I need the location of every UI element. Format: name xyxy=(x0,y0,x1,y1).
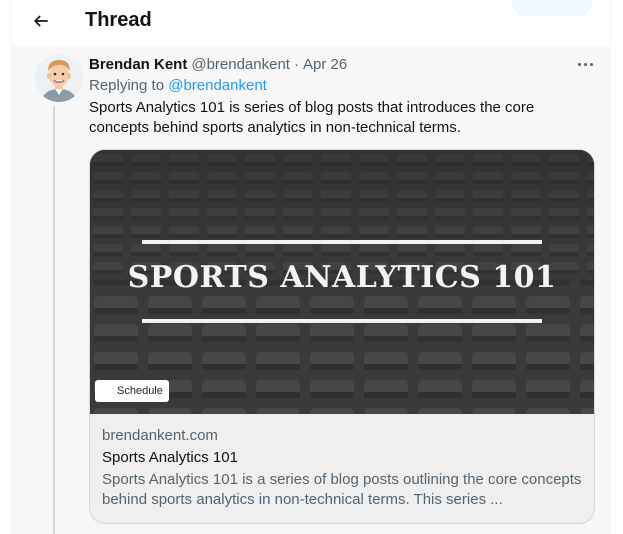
banner-bottom-rule xyxy=(142,319,542,323)
tweet-text: Sports Analytics 101 is series of blog p… xyxy=(89,99,535,136)
arrow-left-icon xyxy=(33,15,48,27)
tweet[interactable]: Brendan Kent @brendankent · Apr 26 Reply… xyxy=(12,46,610,534)
tweet-meta: Brendan Kent @brendankent · Apr 26 xyxy=(89,54,347,74)
back-button[interactable] xyxy=(26,6,56,36)
card-image[interactable]: SPORTS ANALYTICS 101 Schedule xyxy=(90,150,594,414)
tweet-date[interactable]: Apr 26 xyxy=(303,56,347,73)
banner-top-rule xyxy=(142,240,542,244)
cartoon-avatar-icon xyxy=(35,54,83,102)
more-horizontal-icon xyxy=(576,62,594,66)
avatar[interactable] xyxy=(35,54,83,102)
author-handle[interactable]: @brendankent xyxy=(191,56,290,73)
main-column: Thread Brendan Kent @brendankent · Apr 2… xyxy=(11,0,611,534)
card-domain: brendankent.com xyxy=(102,427,218,444)
page: Thread Brendan Kent @brendankent · Apr 2… xyxy=(0,0,623,534)
author-name[interactable]: Brendan Kent xyxy=(89,56,187,73)
thread-connector-line xyxy=(53,106,55,534)
card-title: Sports Analytics 101 xyxy=(102,449,238,466)
schedule-chip[interactable]: Schedule xyxy=(95,380,169,402)
card-description: Sports Analytics 101 is a series of blog… xyxy=(102,471,582,508)
replying-to: Replying to @brendankent xyxy=(89,76,267,96)
card-body: brendankent.com Sports Analytics 101 Spo… xyxy=(102,426,586,510)
header-faded-button xyxy=(512,0,592,16)
replying-prefix: Replying to xyxy=(89,77,169,94)
page-title: Thread xyxy=(85,9,152,31)
link-preview-card[interactable]: SPORTS ANALYTICS 101 Schedule brendanken… xyxy=(89,149,595,524)
meta-separator: · xyxy=(293,55,299,73)
card-image-title: SPORTS ANALYTICS 101 xyxy=(127,260,557,295)
thread-header: Thread xyxy=(12,0,610,44)
more-options-button[interactable] xyxy=(573,54,597,74)
replying-handle-link[interactable]: @brendankent xyxy=(168,77,267,94)
